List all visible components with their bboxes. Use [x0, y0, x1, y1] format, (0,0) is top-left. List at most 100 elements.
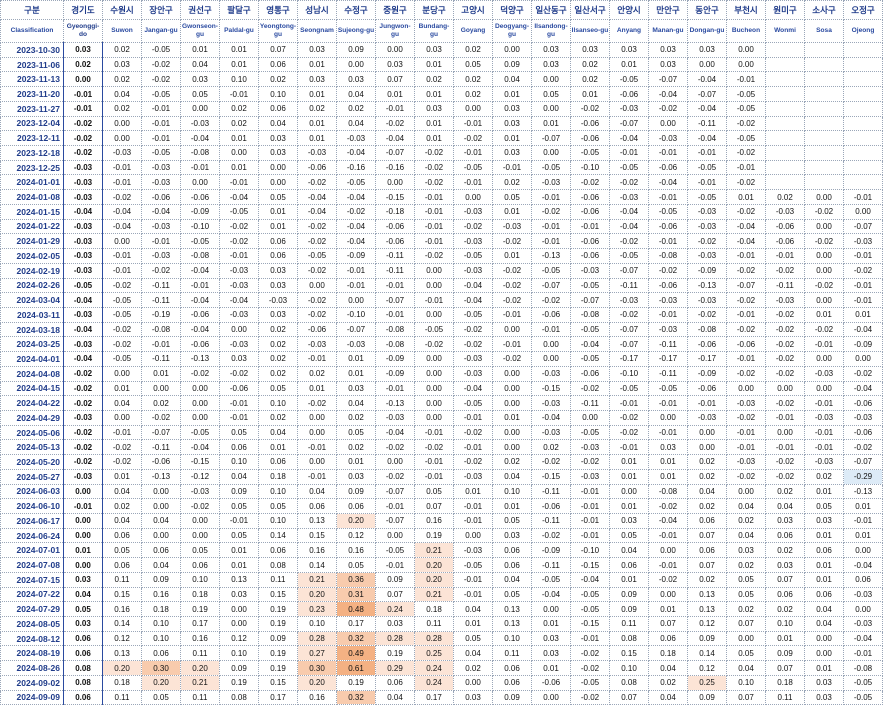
value-cell: 0.01: [258, 203, 298, 220]
value-cell: 0.02: [414, 71, 454, 88]
value-cell: -0.03: [726, 454, 766, 470]
value-cell: -0.01: [531, 233, 571, 250]
value-cell: 0.08: [258, 557, 298, 573]
value-cell: 0.25: [687, 674, 727, 691]
value-cell: -0.01: [414, 454, 454, 470]
date-cell: 2024-04-01: [0, 351, 64, 367]
value-cell: -0.13: [687, 277, 727, 294]
value-cell: 0.01: [726, 189, 766, 205]
value-cell: -0.03: [219, 306, 259, 323]
value-cell: 0.15: [609, 645, 649, 662]
value-cell: -0.03: [570, 262, 610, 279]
table-row: 2024-07-01 0.01 0.05 0.06 0.05 0.01 0.06 0.16 0.…: [0, 542, 883, 559]
value-cell: 0.01: [492, 130, 532, 147]
value-cell: 0.00: [804, 262, 844, 279]
value-cell: -0.11: [648, 336, 688, 353]
value-cell: -0.06: [219, 380, 259, 397]
value-cell: 0.05: [258, 498, 298, 514]
value-cell: 0.00: [219, 601, 259, 618]
value-cell: 0.01: [531, 616, 571, 632]
value-cell: 0.14: [102, 616, 142, 632]
value-cell: -0.01: [102, 262, 142, 279]
value-cell: 0.04: [336, 86, 376, 102]
value-cell: -0.11: [570, 395, 610, 411]
value-cell: -0.04: [687, 71, 727, 88]
value-cell: 0.01: [219, 56, 259, 73]
value-cell: 0.02: [141, 395, 181, 411]
table-row: 2024-05-27 -0.03 0.01 -0.13 -0.12 0.04 0.18 -0.…: [0, 468, 883, 485]
value-cell: 0.05: [258, 189, 298, 205]
header-korean-18: 부천시: [726, 0, 766, 20]
value-cell: [804, 71, 844, 88]
value-cell: 0.27: [297, 645, 337, 662]
value-cell: -0.01: [102, 248, 142, 264]
value-cell: 0.00: [648, 586, 688, 603]
value-cell: -0.02: [63, 365, 103, 382]
value-cell: [843, 100, 883, 117]
value-cell: 0.07: [765, 660, 805, 676]
value-cell: 0.13: [687, 601, 727, 618]
value-cell: -0.06: [570, 130, 610, 147]
header-english-13: Ilsandong-gu: [531, 19, 571, 43]
value-cell: -0.04: [843, 557, 883, 573]
value-cell: -0.02: [453, 321, 493, 338]
value-cell: -0.02: [804, 203, 844, 220]
value-cell: -0.02: [453, 218, 493, 235]
value-cell: -0.02: [726, 203, 766, 220]
value-cell: 0.16: [414, 513, 454, 529]
value-cell: 0.06: [492, 557, 532, 573]
value-cell: -0.01: [648, 527, 688, 544]
value-cell: 0.13: [687, 586, 727, 603]
value-cell: -0.07: [609, 115, 649, 132]
table-header: 구분 경기도 수원시 장안구 권선구 팔달구 영통구 성남시 수정구 중원구 분당구 고양시 덕양구 일산…: [0, 0, 883, 43]
value-cell: 0.01: [219, 542, 259, 559]
value-cell: -0.03: [63, 189, 103, 205]
value-cell: -0.01: [219, 395, 259, 411]
value-cell: 0.09: [687, 630, 727, 647]
value-cell: 0.19: [336, 674, 376, 691]
value-cell: 0.00: [765, 424, 805, 441]
value-cell: 0.09: [336, 483, 376, 500]
table-row: 2024-05-13 -0.02 -0.02 -0.11 -0.04 0.06 0.01 -0…: [0, 439, 883, 456]
date-cell: 2024-05-27: [0, 468, 64, 485]
value-cell: 0.03: [492, 100, 532, 117]
value-cell: -0.06: [570, 189, 610, 205]
value-cell: -0.02: [63, 145, 103, 161]
value-cell: -0.12: [180, 468, 220, 485]
value-cell: 0.03: [258, 262, 298, 279]
header-english-11: Goyang: [453, 19, 493, 43]
value-cell: 0.01: [102, 468, 142, 485]
value-cell: 0.00: [804, 351, 844, 367]
value-cell: 0.20: [414, 557, 454, 573]
value-cell: -0.05: [609, 380, 649, 397]
value-cell: 0.12: [687, 616, 727, 632]
value-cell: -0.18: [375, 203, 415, 220]
value-cell: -0.01: [414, 189, 454, 205]
value-cell: 0.10: [258, 395, 298, 411]
value-cell: 0.05: [726, 571, 766, 588]
value-cell: -0.02: [609, 233, 649, 250]
value-cell: 0.01: [492, 248, 532, 264]
value-cell: -0.03: [63, 262, 103, 279]
value-cell: -0.13: [180, 351, 220, 367]
value-cell: -0.04: [843, 630, 883, 647]
value-cell: 0.00: [726, 483, 766, 500]
value-cell: 0.17: [336, 616, 376, 632]
value-cell: -0.01: [453, 498, 493, 514]
value-cell: 0.04: [726, 660, 766, 676]
value-cell: 0.09: [609, 586, 649, 603]
value-cell: -0.02: [687, 233, 727, 250]
value-cell: -0.07: [336, 321, 376, 338]
header-english-4: Gwonseon-gu: [180, 19, 220, 43]
value-cell: 0.01: [297, 130, 337, 147]
value-cell: 0.04: [375, 689, 415, 705]
value-cell: -0.03: [453, 262, 493, 279]
value-cell: 0.04: [726, 498, 766, 514]
value-cell: 0.05: [414, 483, 454, 500]
value-cell: 0.04: [336, 115, 376, 132]
value-cell: -0.05: [102, 351, 142, 367]
value-cell: -0.02: [375, 115, 415, 132]
value-cell: -0.03: [297, 145, 337, 161]
value-cell: -0.01: [687, 395, 727, 411]
value-cell: 0.06: [63, 630, 103, 647]
